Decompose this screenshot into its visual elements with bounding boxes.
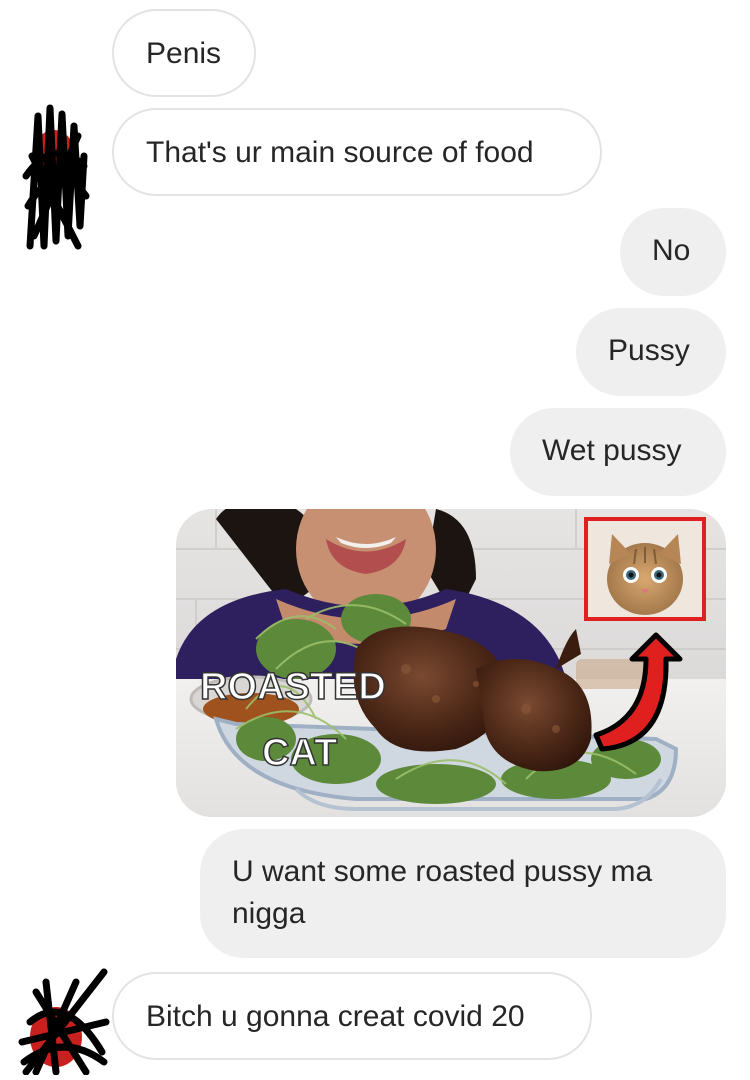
message-bubble-outgoing[interactable]: No bbox=[620, 208, 726, 296]
message-text: U want some roasted pussy ma nigga bbox=[232, 855, 653, 930]
sender-avatar[interactable] bbox=[16, 962, 112, 1076]
message-text: Wet pussy bbox=[542, 434, 682, 467]
message-bubble-incoming[interactable]: That's ur main source of food bbox=[112, 108, 602, 196]
message-text: Bitch u gonna creat covid 20 bbox=[146, 1000, 525, 1033]
scribbled-avatar-icon bbox=[22, 104, 90, 250]
message-text: Penis bbox=[146, 37, 222, 70]
message-bubble-outgoing[interactable]: Pussy bbox=[576, 308, 726, 396]
scribbled-avatar-icon bbox=[18, 968, 110, 1076]
message-text: That's ur main source of food bbox=[146, 136, 534, 169]
message-bubble-outgoing[interactable]: Wet pussy bbox=[510, 408, 726, 496]
shared-image-message[interactable]: ROASTED CAT bbox=[176, 509, 726, 817]
message-text: No bbox=[652, 234, 691, 267]
image-overlay-text-roasted: ROASTED bbox=[200, 666, 386, 708]
image-overlay-text-cat: CAT bbox=[262, 732, 337, 774]
message-bubble-outgoing[interactable]: U want some roasted pussy ma nigga bbox=[200, 829, 726, 958]
message-bubble-incoming[interactable]: Bitch u gonna creat covid 20 bbox=[112, 972, 592, 1060]
sender-avatar[interactable] bbox=[18, 96, 90, 262]
message-bubble-incoming[interactable]: Penis bbox=[112, 9, 256, 97]
message-text: Pussy bbox=[608, 334, 690, 367]
roasted-cat-photo: ROASTED CAT bbox=[176, 509, 726, 817]
